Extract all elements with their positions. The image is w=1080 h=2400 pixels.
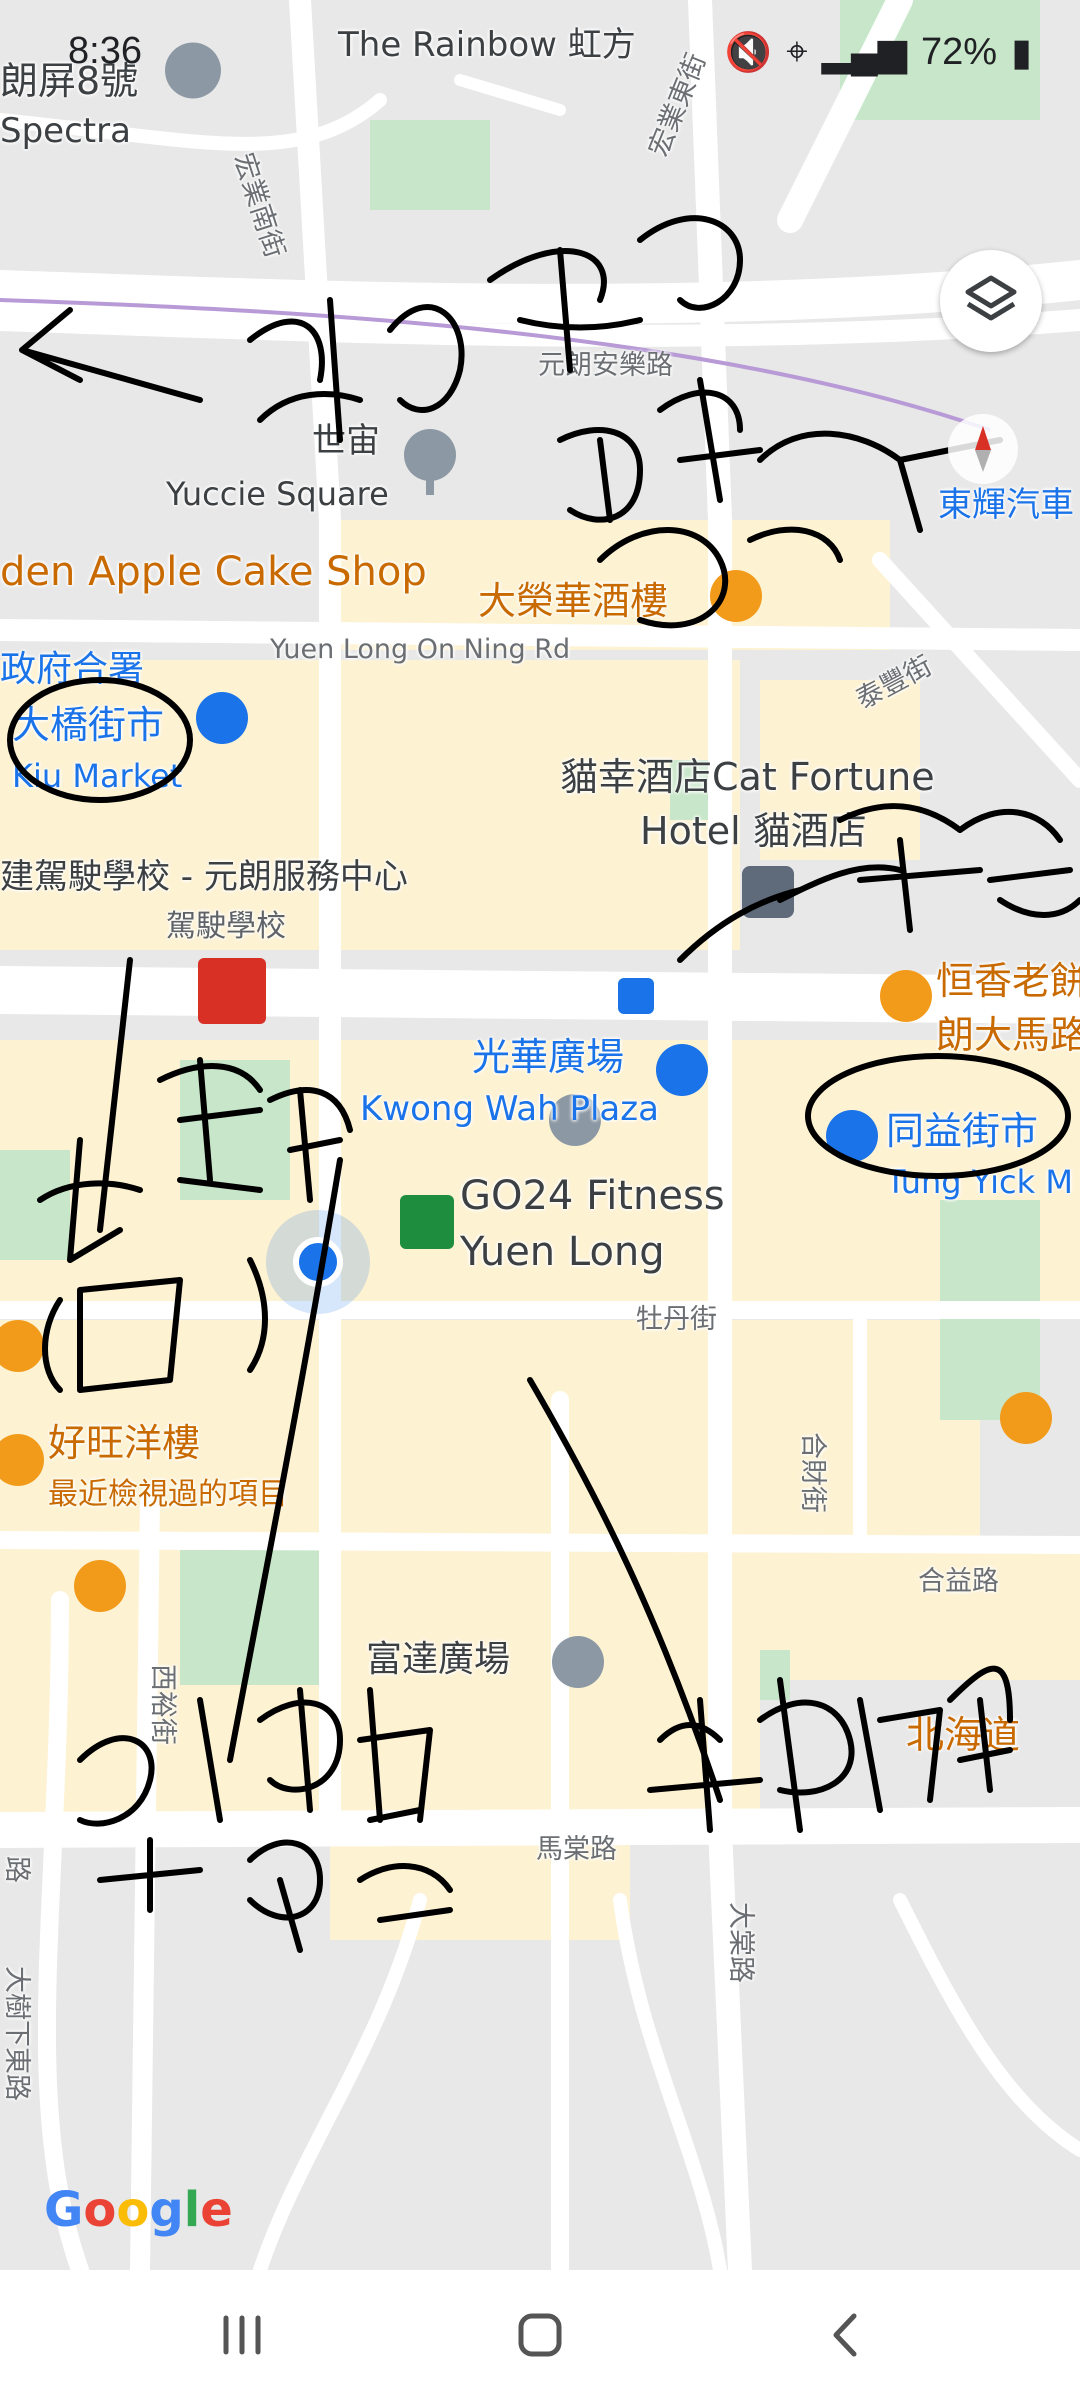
- map-label[interactable]: 北海道: [906, 1716, 1020, 1754]
- status-time: 8:36: [68, 30, 142, 72]
- map-label[interactable]: 恒香老餅: [936, 962, 1080, 1000]
- street-label: 合財街: [797, 1432, 828, 1513]
- map-label[interactable]: 同益街市: [886, 1112, 1038, 1150]
- street-label: 牡丹街: [636, 1304, 717, 1335]
- map-label[interactable]: Yuccie Square: [166, 478, 389, 510]
- navigation-bar: [0, 2270, 1080, 2400]
- street-label: 西裕街: [147, 1664, 178, 1745]
- map-label[interactable]: GO24 Fitness: [460, 1176, 725, 1216]
- map-label[interactable]: 大榮華酒樓: [478, 582, 668, 620]
- recent-label: 最近檢視過的項目: [48, 1477, 288, 1512]
- map-label[interactable]: den Apple Cake Shop: [0, 552, 427, 592]
- map-label[interactable]: 東輝汽車: [938, 488, 1074, 522]
- street-label: 大樹下東路: [1, 1966, 32, 2101]
- compass-icon: [975, 426, 991, 472]
- battery-level: 72%: [921, 31, 998, 73]
- street-label: Yuen Long On Ning Rd: [270, 634, 571, 665]
- map-label[interactable]: 建駕駛學校 - 元朗服務中心: [0, 860, 408, 894]
- map-label[interactable]: 大橋街市: [12, 706, 164, 744]
- street-label: 合益路: [918, 1566, 999, 1597]
- map-label[interactable]: Kwong Wah Plaza: [360, 1092, 659, 1126]
- mute-icon: 🔇: [724, 31, 773, 74]
- location-icon: ⌖: [786, 31, 808, 73]
- map-screen: The Rainbow 虹方 朗屏8號 Spectra 宏業南街 宏業東街 元朗…: [0, 0, 1080, 2400]
- google-logo: Google: [44, 2182, 233, 2238]
- street-label: 路: [1, 1856, 32, 1883]
- map-label[interactable]: 朗大馬路: [936, 1016, 1080, 1054]
- map-label[interactable]: 富達廣場: [366, 1642, 510, 1678]
- home-icon: [518, 2313, 562, 2357]
- map-label[interactable]: Hotel 貓酒店: [640, 812, 867, 850]
- street-label: 馬棠路: [536, 1834, 617, 1865]
- back-icon: [833, 2313, 857, 2357]
- map-label: 駕駛學校: [166, 909, 286, 944]
- map-label[interactable]: 貓幸酒店Cat Fortune: [560, 758, 935, 796]
- street-label: 元朗安樂路: [538, 350, 673, 381]
- compass-button[interactable]: [948, 414, 1018, 484]
- layers-icon: [965, 275, 1017, 321]
- signal-icon: ▂▄▆: [821, 32, 908, 74]
- back-button[interactable]: [786, 2270, 906, 2400]
- layers-button[interactable]: [940, 250, 1042, 352]
- status-bar: 8:36 🔇 ⌖ ▂▄▆ 72% ▮: [0, 0, 1080, 100]
- map-label[interactable]: Yuen Long: [460, 1232, 665, 1272]
- street-label: 大棠路: [725, 1902, 756, 1983]
- status-icons: 🔇 ⌖ ▂▄▆ 72% ▮: [725, 30, 1032, 75]
- map-label[interactable]: 好旺洋樓: [48, 1424, 200, 1462]
- map-label[interactable]: 光華廣場: [472, 1038, 624, 1076]
- map-label[interactable]: 世宙: [312, 424, 380, 458]
- map-label[interactable]: Tung Yick M: [886, 1166, 1073, 1198]
- recent-apps-icon: [223, 2315, 261, 2355]
- map-label[interactable]: 政府合署: [0, 652, 144, 688]
- battery-icon: ▮: [1011, 32, 1032, 74]
- home-button[interactable]: [480, 2270, 600, 2400]
- recent-apps-button[interactable]: [182, 2270, 302, 2400]
- map-label[interactable]: Kiu Market: [12, 760, 182, 792]
- map-label[interactable]: Spectra: [0, 114, 131, 148]
